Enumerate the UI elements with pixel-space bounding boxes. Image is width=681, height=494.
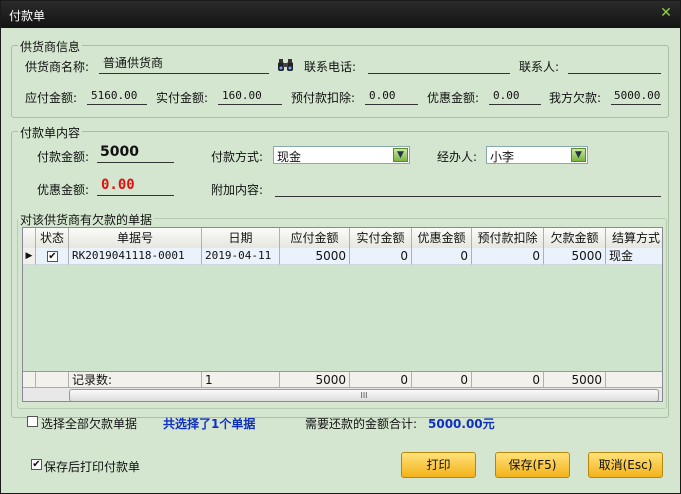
prepay-label: 预付款扣除: [291, 91, 356, 105]
footer-status [36, 372, 69, 388]
contact-field[interactable] [568, 55, 661, 74]
table-body [23, 248, 662, 371]
owed-bills-table: 状态 单据号 日期 应付金额 实付金额 优惠金额 预付款扣除 欠款金额 结算方式… [22, 227, 663, 402]
close-icon[interactable]: ✕ [658, 5, 674, 21]
row-checkbox[interactable]: ✔ [47, 251, 58, 262]
selected-count-text: 共选择了1个单据 [163, 417, 256, 431]
chevron-down-icon[interactable]: ▼ [393, 148, 408, 162]
row-indicator-header [23, 228, 36, 248]
column-header[interactable]: 预付款扣除 [472, 228, 544, 248]
actual-cell: 0 [350, 248, 412, 265]
supplier-name-label: 供货商名称: [25, 60, 90, 74]
payment-discount-label: 优惠金额: [37, 183, 90, 197]
owed-bills-legend: 对该供货商有欠款的单据 [18, 211, 155, 228]
column-header[interactable]: 实付金额 [350, 228, 412, 248]
save-button[interactable]: 保存(F5) [495, 452, 570, 478]
column-header[interactable]: 结算方式 [606, 228, 662, 248]
print-button[interactable]: 打印 [401, 452, 476, 478]
prepay-value: 0.00 [369, 89, 396, 102]
footer-label: 记录数: [69, 372, 202, 388]
payable-field[interactable]: 5160.00 [87, 86, 147, 105]
payable-cell: 5000 [280, 248, 350, 265]
footer-settle [606, 372, 662, 388]
print-after-save-checkbox[interactable]: ✔ [31, 459, 42, 470]
footer-prepay: 0 [472, 372, 544, 388]
row-pointer-icon: ▶ [23, 248, 36, 265]
payment-discount-field[interactable]: 0.00 [97, 177, 174, 196]
supplier-info-legend: 供货商信息 [18, 38, 83, 55]
binoculars-icon[interactable] [277, 58, 294, 75]
supplier-name-value: 普通供货商 [103, 56, 164, 70]
prepay-cell: 0 [472, 248, 544, 265]
actual-value: 160.00 [222, 89, 262, 102]
print-after-save-label[interactable]: 保存后打印付款单 [44, 458, 140, 475]
window-title: 付款单 [9, 9, 46, 23]
select-all-label[interactable]: 选择全部欠款单据 [41, 415, 137, 432]
cancel-button[interactable]: 取消(Esc) [588, 452, 663, 478]
payment-discount-value: 0.00 [101, 177, 135, 193]
column-header[interactable]: 单据号 [69, 228, 202, 248]
horizontal-scrollbar[interactable]: III [23, 387, 662, 401]
table-row[interactable]: ▶ ✔ RK2019041118-0001 2019-04-11 14 5000… [23, 248, 662, 265]
payable-label: 应付金额: [25, 91, 78, 105]
footer-actual: 0 [350, 372, 412, 388]
column-header[interactable]: 优惠金额 [412, 228, 472, 248]
handler-label: 经办人: [437, 150, 478, 164]
supplier-name-field[interactable]: 普通供货商 [99, 55, 269, 74]
owed-value: 5000.00 [614, 89, 661, 102]
table-footer: 记录数: 1 5000 0 0 0 5000 [23, 371, 662, 388]
footer-owed: 5000 [544, 372, 606, 388]
supplier-discount-field[interactable]: 0.00 [489, 86, 541, 105]
supplier-discount-value: 0.00 [493, 89, 520, 102]
handler-select[interactable]: 小李 ▼ [486, 146, 588, 164]
handler-value: 小李 [490, 150, 515, 164]
prepay-field[interactable]: 0.00 [365, 86, 418, 105]
supplier-discount-label: 优惠金额: [427, 91, 480, 105]
total-label: 需要还款的金额合计: [305, 417, 418, 431]
actual-field[interactable]: 160.00 [218, 86, 282, 105]
footer-discount: 0 [412, 372, 472, 388]
owed-cell: 5000 [544, 248, 606, 265]
payment-method-label: 付款方式: [211, 150, 264, 164]
payable-value: 5160.00 [91, 89, 138, 102]
actual-label: 实付金额: [156, 91, 209, 105]
footer-indicator [23, 372, 36, 388]
payment-amount-label: 付款金额: [37, 150, 90, 164]
payment-content-legend: 付款单内容 [18, 124, 83, 141]
payment-amount-value: 5000 [100, 144, 139, 160]
scrollbar-thumb[interactable]: III [69, 389, 659, 401]
status-cell[interactable]: ✔ [36, 248, 69, 265]
phone-label: 联系电话: [304, 60, 357, 74]
title-bar[interactable]: 付款单 ✕ [1, 1, 680, 28]
settle-cell: 现金 [606, 248, 662, 265]
column-header[interactable]: 状态 [36, 228, 69, 248]
footer-payable: 5000 [280, 372, 350, 388]
footer-count: 1 [202, 372, 280, 388]
date-cell: 2019-04-11 14 [202, 248, 280, 265]
contact-label: 联系人: [519, 60, 560, 74]
payment-amount-field[interactable]: 5000 [97, 144, 174, 163]
select-all-checkbox[interactable] [27, 416, 38, 427]
column-header[interactable]: 欠款金额 [544, 228, 606, 248]
owed-field[interactable]: 5000.00 [611, 86, 661, 105]
column-header[interactable]: 日期 [202, 228, 280, 248]
owed-label: 我方欠款: [549, 91, 602, 105]
phone-field[interactable] [368, 55, 510, 74]
payment-method-value: 现金 [277, 150, 302, 164]
payment-window: 付款单 ✕ 供货商信息 供货商名称: 普通供货商 联系电话: 联系人: 应付金额… [0, 0, 681, 494]
total-value: 5000.00元 [428, 417, 495, 431]
column-header[interactable]: 应付金额 [280, 228, 350, 248]
extra-content-field[interactable] [275, 178, 661, 197]
chevron-down-icon[interactable]: ▼ [571, 148, 586, 162]
table-header: 状态 单据号 日期 应付金额 实付金额 优惠金额 预付款扣除 欠款金额 结算方式 [23, 228, 662, 249]
payment-method-select[interactable]: 现金 ▼ [273, 146, 410, 164]
extra-content-label: 附加内容: [211, 183, 264, 197]
bill-no-cell: RK2019041118-0001 [69, 248, 202, 265]
discount-cell: 0 [412, 248, 472, 265]
